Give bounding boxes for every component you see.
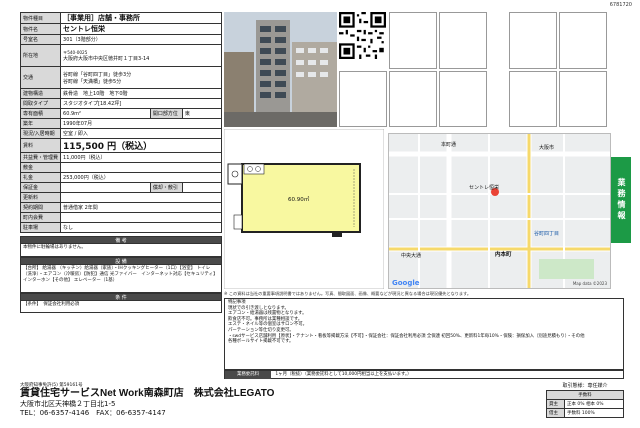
row-parking: 駐車場 なし: [19, 222, 222, 233]
photo-frame: [339, 71, 387, 127]
row-rent: 賃料 115,500 円（税込）: [19, 138, 222, 153]
disclaimer-caption: ※ この資料は当社の重要事項説明書ではありません。写真、間取図面、画像、概要など…: [224, 291, 472, 296]
company-address: 大阪市北区天神橋２丁目北1-5: [20, 400, 116, 408]
map-copyright: Map data ©2023: [572, 281, 607, 286]
floor-plan: 60.90㎡: [223, 128, 385, 290]
qr-code[interactable]: [339, 12, 386, 69]
row-address: 所在地 〒540-0025 大阪府大阪市中央区徳井町１丁目3-14: [19, 44, 222, 67]
map-label: 谷町四丁目: [534, 231, 560, 237]
commission-row: 業務委託料 1ヶ月（税抜）（業務委託料として10,000円相当以上を支払います。…: [224, 370, 624, 379]
row-deposit: 敷金: [19, 162, 222, 173]
row-name: 物件名 セントレ恒栄: [19, 23, 222, 35]
fee-title: 取引態様：専任媒介: [562, 383, 608, 389]
row-room: 号室名 301（3階部分）: [19, 34, 222, 45]
row-access: 交通 谷町線「谷町四丁目」徒歩3分 谷町線「天満橋」徒歩5分: [19, 66, 222, 89]
row-built: 築年 1990年07月: [19, 118, 222, 129]
photo-frame: [509, 12, 557, 69]
row-common-fee: 共益費・管理費 11,000円（税込）: [19, 152, 222, 163]
map-label: 中央大通: [401, 253, 422, 259]
company-tel: TEL：06-6357-4146 FAX：06-6357-4147: [20, 409, 166, 417]
photo-frame: [389, 12, 437, 69]
location-map[interactable]: 本町通 内本町 谷町四丁目 中央大通 大阪市 セントレ恒栄 Google Map…: [388, 133, 611, 289]
document-id: 6781720: [609, 2, 632, 8]
row-type: 物件種目 ［事業用］店舗・事務所: [19, 12, 222, 24]
remarks-section: 備 考 本物件に駐輪場はありません。 設 備 【台所】 給湯器 （キッチン）給湯…: [20, 236, 222, 313]
map-label: セントレ恒栄: [469, 185, 500, 191]
row-contract: 契約期間 普通借家 2年間: [19, 202, 222, 213]
business-info-tab: 業務情報: [611, 157, 631, 243]
map-label: 本町通: [441, 142, 457, 148]
fee-box: 取引態様：専任媒介 手数料 貸主 正本 0% 相本 0% 借主 手数料 100%: [546, 382, 624, 418]
company-block: 大阪府知事免許(5) 第59161号 賃貸住宅サービスNet Work南森町店 …: [20, 382, 520, 418]
map-label: 内本町: [495, 252, 512, 258]
google-logo: Google: [392, 279, 420, 287]
row-status: 現況/入居時期 空室 / 即入: [19, 128, 222, 139]
remarks-title: 備 考: [20, 236, 222, 244]
facilities-title: 設 備: [20, 257, 222, 265]
conditions-text: 【条件】 保証会社利用必須: [20, 301, 222, 313]
row-guarantee: 保証金 償却・敷引: [19, 182, 223, 193]
photo-frame: [389, 71, 437, 127]
photo-frame: [559, 71, 607, 127]
special-notes: 特記事項 現状での引き渡しとなります。 エアコン・給湯器は残置物となります。 飲…: [224, 298, 624, 370]
property-table: 物件種目 ［事業用］店舗・事務所 物件名 セントレ恒栄 号室名 301（3階部分） 所…: [19, 12, 223, 233]
company-name: 賃貸住宅サービスNet Work南森町店 株式会社LEGATO: [20, 388, 275, 399]
photo-frame: [559, 12, 607, 69]
row-structure: 建物構造 鉄骨造 地上10階 地下0階: [19, 88, 222, 99]
photo-frame: [439, 71, 487, 127]
row-key-money: 礼金 253,000円（税込）: [19, 172, 222, 183]
row-renewal: 更新料: [19, 192, 222, 203]
facilities-text: 【台所】 給湯器 （キッチン）給湯器（家族）・IHクッキングヒーター（1口）【浴…: [20, 265, 222, 293]
floor-area-label: 60.90㎡: [288, 197, 310, 203]
building-photo: [224, 12, 337, 127]
row-area: 専有面積 60.9m² 開口部方位東: [19, 108, 223, 119]
row-community-fee: 町内会費: [19, 212, 222, 223]
photo-frame: [509, 71, 557, 127]
photo-frame: [439, 12, 487, 69]
conditions-title: 条 件: [20, 293, 222, 301]
row-layout: 間取タイプ スタジオタイプ[18.42坪]: [19, 98, 222, 109]
map-label: 大阪市: [539, 145, 555, 151]
remarks-text: 本物件に駐輪場はありません。: [20, 244, 222, 257]
